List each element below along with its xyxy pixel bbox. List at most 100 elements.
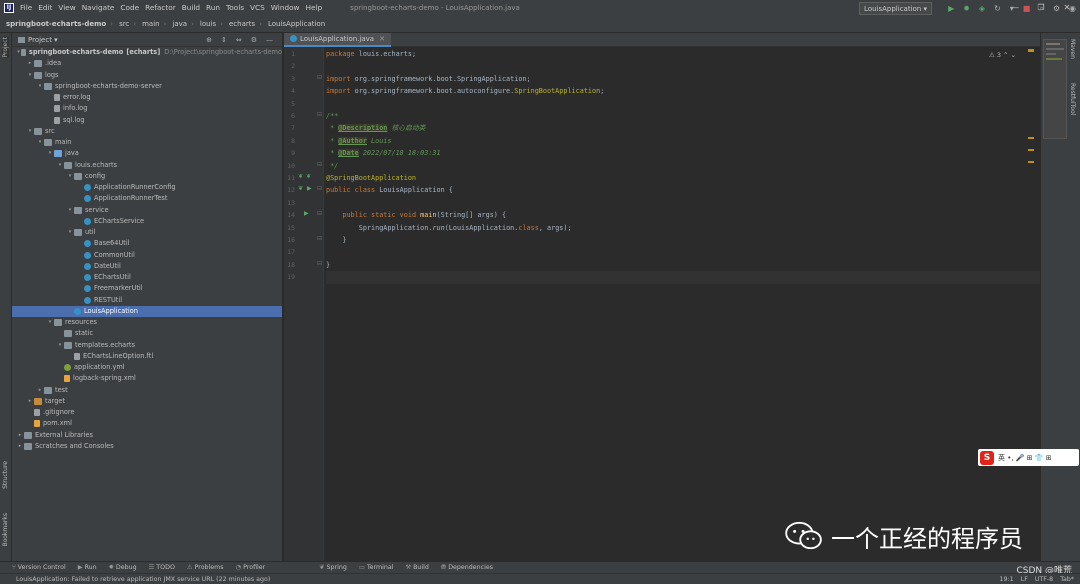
toolwindow-version-control[interactable]: ⑂ Version Control bbox=[12, 564, 66, 571]
expand-toggle-icon[interactable]: ▾ bbox=[46, 317, 54, 328]
expand-toggle-icon[interactable]: ▾ bbox=[46, 148, 54, 159]
settings-icon[interactable]: ⚙ bbox=[1053, 4, 1060, 13]
code-line[interactable]: import org.springframework.boot.SpringAp… bbox=[326, 73, 531, 85]
hide-icon[interactable]: — bbox=[266, 36, 273, 44]
breadcrumb-item[interactable]: louis bbox=[200, 20, 216, 28]
tree-item[interactable]: ▾ util bbox=[12, 227, 282, 238]
breadcrumb-item[interactable]: java bbox=[172, 20, 187, 28]
tree-item[interactable]: sql.log bbox=[12, 115, 282, 126]
run-icon[interactable]: ▶ bbox=[948, 4, 954, 13]
tree-item[interactable]: ▸ Scratches and Consoles bbox=[12, 441, 282, 452]
tree-item[interactable]: EChartsUtil bbox=[12, 272, 282, 283]
tree-item[interactable]: .gitignore bbox=[12, 407, 282, 418]
breadcrumb-item[interactable]: echarts bbox=[229, 20, 255, 28]
tree-item[interactable]: FreemarkerUtil bbox=[12, 283, 282, 294]
maven-tool-button[interactable]: Maven bbox=[1069, 39, 1076, 59]
toolwindow-build[interactable]: ⚒ Build bbox=[405, 564, 428, 571]
breadcrumb-item[interactable]: springboot-echarts-demo bbox=[6, 20, 106, 28]
tree-item[interactable]: error.log bbox=[12, 92, 282, 103]
expand-toggle-icon[interactable]: ▾ bbox=[66, 171, 74, 182]
tree-item[interactable]: ApplicationRunnerConfig bbox=[12, 182, 282, 193]
fold-icon[interactable]: ⊟ bbox=[317, 74, 322, 81]
close-tab-icon[interactable]: ✕ bbox=[379, 35, 385, 43]
tree-item[interactable]: ▾ src bbox=[12, 126, 282, 137]
status-widget[interactable]: Tab* bbox=[1060, 576, 1074, 583]
code-line[interactable] bbox=[326, 271, 1040, 284]
expand-toggle-icon[interactable]: ▸ bbox=[26, 58, 34, 69]
locate-icon[interactable]: ⊕ bbox=[206, 36, 212, 44]
code-line[interactable]: * @Author Louis bbox=[326, 135, 392, 147]
toolwindow-debug[interactable]: ✹ Debug bbox=[109, 564, 137, 571]
code-area[interactable]: package louis.echarts; import org.springf… bbox=[326, 47, 1040, 561]
fold-icon[interactable]: ⊟ bbox=[317, 185, 322, 192]
menu-item-edit[interactable]: Edit bbox=[38, 3, 52, 12]
tree-item[interactable]: logback-spring.xml bbox=[12, 373, 282, 384]
warning-marker[interactable] bbox=[1028, 161, 1034, 163]
spring-bean-icon[interactable]: ❦ bbox=[298, 185, 303, 192]
toolwindow-problems[interactable]: ⚠ Problems bbox=[187, 564, 224, 571]
code-line[interactable]: * @Description 核心启动类 bbox=[326, 122, 425, 134]
expand-toggle-icon[interactable]: ▸ bbox=[16, 430, 24, 441]
restfultool-tool-button[interactable]: RestfulTool bbox=[1069, 83, 1076, 115]
structure-tool-button[interactable]: Structure bbox=[2, 461, 9, 489]
status-widget[interactable]: 19:1 bbox=[1000, 576, 1014, 583]
tree-item[interactable]: static bbox=[12, 328, 282, 339]
project-view-select[interactable]: Project ▾ bbox=[28, 36, 58, 44]
expand-toggle-icon[interactable]: ▾ bbox=[56, 340, 64, 351]
warning-marker[interactable] bbox=[1028, 137, 1034, 139]
fold-icon[interactable]: ⊟ bbox=[317, 235, 322, 242]
run-configuration-select[interactable]: LouisApplication ▾ bbox=[859, 2, 932, 15]
tree-item[interactable]: ▾ config bbox=[12, 171, 282, 182]
tree-item[interactable]: ▾ templates.echarts bbox=[12, 340, 282, 351]
status-message[interactable]: LouisApplication: Failed to retrieve app… bbox=[16, 576, 270, 583]
expand-all-icon[interactable]: ⇕ bbox=[221, 36, 227, 44]
reload-icon[interactable]: ↻ bbox=[994, 4, 1001, 13]
toolwindow-run[interactable]: ▶ Run bbox=[78, 564, 97, 571]
ime-toolbar[interactable]: S 英 •, 🎤 ⊞ 👕 ⊞ bbox=[978, 449, 1079, 466]
tree-item[interactable]: ▾ springboot-echarts-demo-server bbox=[12, 81, 282, 92]
expand-toggle-icon[interactable]: ▾ bbox=[26, 70, 34, 81]
menu-item-tools[interactable]: Tools bbox=[226, 3, 244, 12]
collapse-all-icon[interactable]: ⇔ bbox=[236, 36, 242, 44]
expand-toggle-icon[interactable]: ▸ bbox=[36, 385, 44, 396]
tree-item[interactable]: ApplicationRunnerTest bbox=[12, 193, 282, 204]
search-icon[interactable]: ⌕ bbox=[1039, 4, 1043, 14]
expand-toggle-icon[interactable]: ▸ bbox=[16, 441, 24, 452]
breadcrumb-item[interactable]: src bbox=[119, 20, 129, 28]
tree-item[interactable]: RESTUtil bbox=[12, 295, 282, 306]
tree-item[interactable]: ▸ External Libraries bbox=[12, 430, 282, 441]
expand-toggle-icon[interactable]: ▾ bbox=[56, 160, 64, 171]
toolwindow-dependencies[interactable]: ⛃ Dependencies bbox=[441, 564, 493, 571]
menu-item-run[interactable]: Run bbox=[206, 3, 220, 12]
editor-tab[interactable]: LouisApplication.java ✕ bbox=[284, 32, 391, 47]
expand-toggle-icon[interactable]: ▾ bbox=[66, 205, 74, 216]
fold-icon[interactable]: ⊟ bbox=[317, 111, 322, 118]
toolwindow-todo[interactable]: ☰ TODO bbox=[149, 564, 175, 571]
options-icon[interactable]: ⚙ bbox=[251, 36, 257, 44]
code-line[interactable]: import org.springframework.boot.autoconf… bbox=[326, 85, 604, 97]
breadcrumb-item[interactable]: main bbox=[142, 20, 160, 28]
menu-item-refactor[interactable]: Refactor bbox=[145, 3, 176, 12]
tree-item[interactable]: application.yml bbox=[12, 362, 282, 373]
bookmarks-tool-button[interactable]: Bookmarks bbox=[2, 513, 9, 547]
fold-icon[interactable]: ⊟ bbox=[317, 161, 322, 168]
expand-toggle-icon[interactable]: ▾ bbox=[36, 137, 44, 148]
menu-item-vcs[interactable]: VCS bbox=[250, 3, 265, 12]
update-icon[interactable]: ◉ bbox=[1069, 4, 1076, 13]
spring-bean-icon[interactable]: ❦ bbox=[298, 173, 303, 180]
fold-icon[interactable]: ⊟ bbox=[317, 210, 322, 217]
tree-item[interactable]: Base64Util bbox=[12, 238, 282, 249]
code-line[interactable]: * @Date 2022/07/18 18:03:31 bbox=[326, 147, 441, 159]
status-widget[interactable]: UTF-8 bbox=[1035, 576, 1053, 583]
warning-marker[interactable] bbox=[1028, 49, 1034, 52]
tree-item[interactable]: LouisApplication bbox=[12, 305, 282, 317]
fold-icon[interactable]: ⊟ bbox=[317, 260, 322, 267]
menu-item-code[interactable]: Code bbox=[120, 3, 139, 12]
code-line[interactable]: @SpringBootApplication bbox=[326, 172, 416, 184]
tree-item[interactable]: info.log bbox=[12, 103, 282, 114]
breadcrumb-item[interactable]: LouisApplication bbox=[268, 20, 325, 28]
tree-item[interactable]: ▸ target bbox=[12, 396, 282, 407]
code-line[interactable]: public class LouisApplication { bbox=[326, 184, 453, 196]
menu-item-help[interactable]: Help bbox=[306, 3, 323, 12]
spring-bean-icon[interactable]: ❦ bbox=[306, 173, 311, 180]
